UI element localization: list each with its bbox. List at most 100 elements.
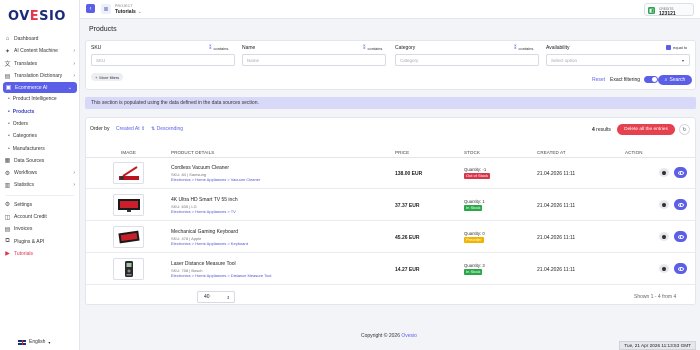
eye-icon bbox=[677, 170, 684, 175]
sidebar-item-settings[interactable]: ⚙ Settings bbox=[0, 199, 80, 211]
product-category[interactable]: Electronics > Home Appliances > Distance… bbox=[171, 273, 271, 278]
product-image[interactable] bbox=[113, 194, 144, 216]
column-header-price: PRICE bbox=[395, 150, 410, 155]
view-button[interactable] bbox=[659, 200, 669, 209]
per-page-select[interactable]: 40 ⇕ bbox=[197, 291, 235, 303]
sidebar-subitem-manufacturers[interactable]: • Manufacturers bbox=[0, 142, 80, 154]
collapse-sidebar-button[interactable]: ‹ bbox=[86, 4, 95, 13]
credit-icon: ◫ bbox=[4, 214, 11, 221]
laser-measure-image bbox=[124, 261, 133, 277]
eye-icon bbox=[662, 234, 666, 239]
footer-copyright: Copyright © 2026 Ovesio bbox=[361, 333, 417, 339]
sort-direction-toggle[interactable]: ⇅ Descending bbox=[151, 126, 183, 132]
eye-icon bbox=[677, 266, 684, 271]
filter-mode-icon: ⁑ bbox=[209, 45, 212, 51]
chevron-down-icon: ▾ bbox=[48, 339, 51, 345]
more-filters-button[interactable]: + More filters bbox=[91, 73, 124, 81]
sidebar-item-tutorials[interactable]: ▶ Tutorials bbox=[0, 248, 80, 260]
view-button[interactable] bbox=[659, 232, 669, 241]
product-name[interactable]: 4K Ultra HD Smart TV 55 inch bbox=[171, 197, 238, 203]
stock-badge: In Stock bbox=[464, 268, 483, 275]
wallet-icon: ◧ bbox=[648, 7, 655, 14]
chevron-down-icon: ⌄ bbox=[67, 84, 72, 91]
chevron-down-icon: ▾ bbox=[681, 57, 684, 63]
sidebar-subitem-products[interactable]: • Products bbox=[0, 105, 80, 117]
refresh-button[interactable]: ↻ bbox=[679, 124, 690, 135]
sidebar-nav: ⌂ Dashboard ✦ AI Content Machine › 文 Tra… bbox=[0, 33, 80, 260]
availability-filter-mode[interactable]: equal to bbox=[666, 45, 687, 50]
name-filter-mode[interactable]: ⁑ contains bbox=[363, 45, 382, 51]
sidebar-item-workflows[interactable]: ⚙ Workflows › bbox=[0, 167, 80, 179]
category-filter-mode[interactable]: ⁑ contains bbox=[514, 45, 533, 51]
product-image[interactable] bbox=[113, 162, 144, 184]
filter-panel: SKU ⁑ contains SKU Name ⁑ contains Name Ca… bbox=[85, 40, 696, 90]
sidebar-subitem-orders[interactable]: • Orders bbox=[0, 118, 80, 130]
checkbox-icon bbox=[666, 45, 671, 50]
preview-button[interactable] bbox=[674, 263, 687, 274]
reset-filters-link[interactable]: Reset bbox=[592, 77, 605, 83]
product-name[interactable]: Laser Distance Measure Tool bbox=[171, 261, 236, 267]
column-header-action: ACTION bbox=[625, 150, 643, 155]
column-header-product-details: PRODUCT DETAILS bbox=[171, 150, 215, 155]
search-button[interactable]: ⌕ Search bbox=[658, 75, 692, 85]
product-image[interactable] bbox=[113, 258, 144, 280]
order-by-select[interactable]: Created At ⇕ bbox=[116, 126, 145, 132]
preview-button[interactable] bbox=[674, 199, 687, 210]
product-name[interactable]: Mechanical Gaming Keyboard bbox=[171, 229, 238, 235]
project-selector[interactable]: Tutorials bbox=[115, 9, 136, 15]
view-button[interactable] bbox=[659, 168, 669, 177]
sidebar-subitem-categories[interactable]: • Categories bbox=[0, 130, 80, 142]
product-image[interactable] bbox=[113, 226, 144, 248]
table-row: Cordless Vacuum Cleaner SKU: 84 | Samsun… bbox=[86, 158, 695, 189]
availability-filter-select[interactable]: Select option ▾ bbox=[546, 54, 690, 66]
sidebar-item-account-credit[interactable]: ◫ Account Credit bbox=[0, 211, 80, 223]
sidebar-item-translation-dictionary[interactable]: ▤ Translation Dictionary › bbox=[0, 70, 80, 82]
order-by-label: Order by bbox=[90, 126, 110, 132]
sidebar: OVESIO ⌂ Dashboard ✦ AI Content Machine … bbox=[0, 0, 80, 350]
preview-button[interactable] bbox=[674, 231, 687, 242]
product-category[interactable]: Electronics > Home Appliances > Vacuum C… bbox=[171, 177, 260, 182]
sidebar-item-statistics[interactable]: ▥ Statistics › bbox=[0, 179, 80, 191]
credits-widget[interactable]: ◧ CREDITS 123121 bbox=[644, 3, 694, 17]
exact-filtering-toggle[interactable] bbox=[644, 76, 658, 83]
sidebar-subitem-product-intelligence[interactable]: • Product Intelligence bbox=[0, 93, 80, 105]
stock-badge: Out of Stock bbox=[464, 172, 491, 179]
ovesio-logo[interactable]: OVESIO bbox=[8, 9, 66, 24]
uk-flag-icon bbox=[18, 339, 26, 345]
view-button[interactable] bbox=[659, 264, 669, 273]
workflow-icon: ⚙ bbox=[4, 170, 11, 177]
sku-filter-input[interactable]: SKU bbox=[91, 54, 235, 66]
preview-button[interactable] bbox=[674, 167, 687, 178]
product-name[interactable]: Cordless Vacuum Cleaner bbox=[171, 165, 229, 171]
sidebar-item-ai-content-machine[interactable]: ✦ AI Content Machine › bbox=[0, 45, 80, 57]
credits-value: 123121 bbox=[659, 10, 676, 17]
product-category[interactable]: Electronics > Home Appliances > Keyboard bbox=[171, 241, 248, 246]
category-filter-input[interactable]: Category bbox=[395, 54, 539, 66]
product-sku: SKU: 478 | Apple bbox=[171, 235, 202, 241]
ovesio-link[interactable]: Ovesio bbox=[401, 333, 417, 339]
chevron-right-icon: › bbox=[73, 170, 75, 177]
chevron-down-icon[interactable]: ⌄ bbox=[138, 9, 141, 14]
sidebar-item-plugins-api[interactable]: ⧉ Plugins & API bbox=[0, 235, 80, 247]
created-at: 21.04.2026 11:11 bbox=[537, 267, 576, 273]
column-header-created-at: CREATED AT bbox=[537, 150, 566, 155]
sidebar-item-invoices[interactable]: ▤ Invoices bbox=[0, 223, 80, 235]
sidebar-item-ecommerce-ai[interactable]: ▣ Ecommerce AI ⌄ bbox=[3, 82, 77, 94]
sidebar-item-data-sources[interactable]: ▦ Data Sources bbox=[0, 155, 80, 167]
product-quantity: Quantity: -1 bbox=[464, 167, 487, 172]
sidebar-item-dashboard[interactable]: ⌂ Dashboard bbox=[0, 33, 80, 45]
product-category[interactable]: Electronics > Home Appliances > TV bbox=[171, 209, 236, 214]
tv-image bbox=[117, 199, 140, 212]
created-at: 21.04.2026 11:11 bbox=[537, 203, 576, 209]
delete-all-button[interactable]: Delete all the entries bbox=[617, 124, 675, 135]
eye-icon bbox=[662, 202, 666, 207]
sidebar-item-translates[interactable]: 文 Translates › bbox=[0, 58, 80, 70]
chevron-down-icon: ⇕ bbox=[226, 294, 230, 300]
language-selector[interactable]: English ▾ bbox=[18, 339, 50, 345]
name-filter-input[interactable]: Name bbox=[242, 54, 386, 66]
column-header-image: IMAGE bbox=[121, 150, 137, 155]
pagination-summary: Shown 1 - 4 from 4 bbox=[634, 294, 677, 300]
sku-filter-mode[interactable]: ⁑ contains bbox=[209, 45, 228, 51]
product-price: 14.27 EUR bbox=[395, 267, 420, 273]
availability-filter-label: Availability bbox=[546, 45, 570, 51]
